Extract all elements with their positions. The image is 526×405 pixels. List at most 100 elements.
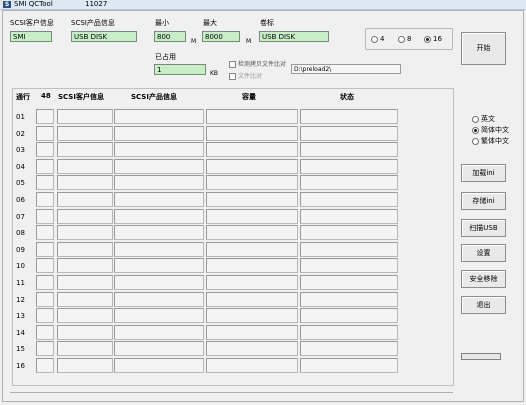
count-cell (36, 275, 54, 290)
radio-dot[interactable] (472, 137, 479, 145)
min-label: 最小 (155, 19, 169, 27)
safe-remove-button[interactable]: 安全移除 (461, 270, 506, 288)
vendor-cell (57, 324, 113, 340)
min-unit: M (191, 38, 197, 45)
vendor-cell (57, 142, 113, 158)
capacity-cell (206, 208, 298, 224)
capacity-cell (206, 192, 298, 207)
checkbox-box[interactable] (229, 73, 236, 80)
product-cell (114, 275, 204, 290)
window-version: 11027 (85, 0, 108, 8)
lang-simplified[interactable]: 简体中文 (472, 125, 509, 135)
scsi-vendor-field[interactable]: SMI (10, 31, 52, 42)
status-cell (300, 258, 398, 274)
radio-dot[interactable] (424, 35, 431, 43)
max-label: 最大 (203, 19, 217, 27)
row-number: 11 (16, 279, 25, 287)
status-cell (300, 175, 398, 191)
radio-dot[interactable] (472, 126, 479, 134)
lang-english-label: 英文 (481, 115, 495, 123)
table-row: 15 (13, 341, 453, 357)
vendor-cell (57, 341, 113, 357)
lang-simplified-label: 简体中文 (481, 126, 509, 134)
save-ini-button[interactable]: 存储ini (461, 192, 506, 210)
compare-copy-checkbox[interactable]: 检测拷贝文件比对 (229, 59, 286, 68)
file-compare-checkbox[interactable]: 文件比对 (229, 71, 262, 80)
vendor-cell (57, 241, 113, 257)
vendor-cell (57, 175, 113, 191)
vendor-cell (57, 308, 113, 324)
vendor-cell (57, 158, 113, 174)
count-cell (36, 208, 54, 224)
radio-16[interactable]: 16 (424, 35, 442, 43)
capacity-cell (206, 341, 298, 357)
used-unit: KB (210, 70, 219, 77)
volume-label-field[interactable]: USB DISK (259, 31, 329, 42)
count-cell (36, 225, 54, 241)
row-number: 05 (16, 179, 25, 188)
settings-button[interactable]: 设置 (461, 244, 506, 262)
checkbox-box[interactable] (229, 61, 236, 68)
radio-dot[interactable] (472, 115, 479, 123)
radio-dot[interactable] (398, 35, 405, 43)
radio-4[interactable]: 4 (371, 35, 384, 43)
count-cell (36, 291, 54, 307)
status-cell (300, 142, 398, 158)
capacity-cell (206, 358, 298, 373)
status-cell (300, 158, 398, 174)
capacity-cell (206, 308, 298, 324)
row-number: 06 (16, 196, 25, 204)
status-cell (300, 324, 398, 340)
capacity-cell (206, 291, 298, 307)
status-cell (300, 241, 398, 257)
radio-8[interactable]: 8 (398, 35, 411, 43)
col-port-header: 通行 (16, 93, 30, 101)
status-cell (300, 192, 398, 207)
capacity-cell (206, 225, 298, 241)
start-button[interactable]: 开始 (461, 32, 506, 65)
preload-path-field[interactable]: D:\preload2\ (291, 64, 401, 74)
max-field[interactable]: 8000 (202, 31, 240, 42)
vendor-cell (57, 125, 113, 141)
language-group: 英文 简体中文 繁体中文 (458, 108, 516, 150)
capacity-cell (206, 125, 298, 141)
vendor-cell (57, 225, 113, 241)
lang-english[interactable]: 英文 (472, 114, 495, 124)
lang-traditional[interactable]: 繁体中文 (472, 136, 509, 146)
table-row: 03 (13, 142, 453, 158)
row-number: 02 (16, 129, 25, 138)
scan-usb-button[interactable]: 扫描USB (461, 219, 506, 237)
count-cell (36, 175, 54, 191)
compare-copy-label: 检测拷贝文件比对 (238, 61, 287, 68)
row-number: 09 (16, 245, 25, 254)
capacity-cell (206, 175, 298, 191)
min-field[interactable]: 800 (154, 31, 186, 42)
count-cell (36, 358, 54, 373)
product-cell (114, 125, 204, 141)
used-field[interactable]: 1 (154, 64, 206, 75)
count-cell (36, 241, 54, 257)
exit-button[interactable]: 退出 (461, 296, 506, 314)
capacity-cell (206, 241, 298, 257)
window-title: SMI QCTool (14, 0, 53, 8)
status-cell (300, 225, 398, 241)
product-cell (114, 341, 204, 357)
radio-dot[interactable] (371, 35, 378, 43)
vendor-cell (57, 192, 113, 207)
vendor-cell (57, 208, 113, 224)
product-cell (114, 308, 204, 324)
col-count-header: 48 (41, 92, 51, 100)
read-ini-button[interactable]: 加载ini (461, 164, 506, 182)
scsi-product-field[interactable]: USB DISK (71, 31, 137, 42)
row-number: 08 (16, 229, 25, 238)
capacity-cell (206, 109, 298, 124)
radio-8-label: 8 (407, 35, 412, 43)
row-number: 14 (16, 328, 25, 337)
status-cell (300, 291, 398, 307)
count-cell (36, 308, 54, 324)
row-number: 15 (16, 345, 25, 354)
row-number: 16 (16, 362, 25, 370)
table-row: 09 (13, 241, 453, 257)
row-number: 10 (16, 262, 25, 271)
vendor-cell (57, 358, 113, 373)
